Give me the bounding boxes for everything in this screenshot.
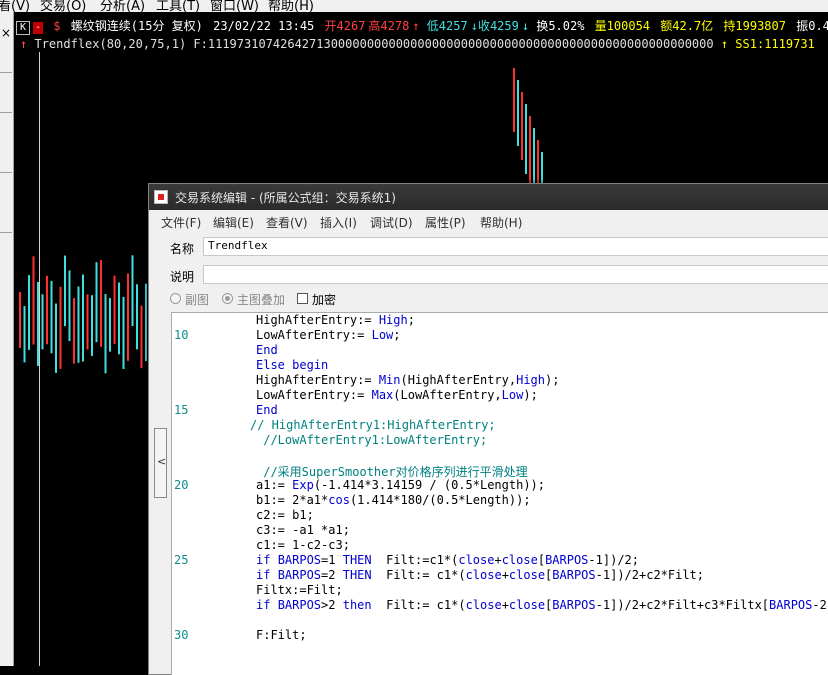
line-number: 20	[174, 478, 189, 492]
collapse-panel-button[interactable]: <	[154, 428, 167, 498]
code-line: End	[256, 403, 278, 417]
menu-file[interactable]: 文件(F)	[161, 214, 201, 231]
sub-chart-radio[interactable]	[170, 293, 181, 304]
menu-view[interactable]: 看(V)	[0, 0, 30, 12]
code-line: if BARPOS=2 THEN Filt:= c1*(close+close[…	[256, 568, 705, 582]
code-line: a1:= Exp(-1.414*3.14159 / (0.5*Length));	[256, 478, 545, 492]
menu-view[interactable]: 查看(V)	[266, 214, 308, 231]
code-line: if BARPOS>2 then Filt:= c1*(close+close[…	[256, 598, 828, 612]
editor-title: 交易系统编辑 - (所属公式组：交易系统1)	[175, 191, 396, 205]
left-panel-strip: ×	[0, 12, 14, 666]
code-line: End	[256, 343, 278, 357]
menu-edit[interactable]: 编辑(E)	[213, 214, 254, 231]
desc-label: 说明	[170, 270, 195, 284]
code-line: c1:= 1-c2-c3;	[256, 538, 350, 552]
code-editor[interactable]: 10 15 20 25 30 HighAfterEntry:= High; Low…	[171, 312, 828, 675]
code-line: LowAfterEntry:= Max(LowAfterEntry,Low);	[256, 388, 538, 402]
line-number: 30	[174, 628, 189, 642]
menu-help[interactable]: 帮助(H)	[480, 214, 522, 231]
encrypt-label: 加密	[312, 293, 337, 307]
name-field[interactable]: Trendflex	[203, 237, 828, 256]
strategy-editor-window[interactable]: 交易系统编辑 - (所属公式组：交易系统1) 文件(F) 编辑(E) 查看(V)…	[148, 183, 828, 675]
desc-field[interactable]	[203, 265, 828, 284]
line-number: 10	[174, 328, 189, 342]
code-line: // HighAfterEntry1:HighAfterEntry;	[250, 418, 496, 432]
menu-debug[interactable]: 调试(D)	[370, 214, 413, 231]
main-overlay-radio[interactable]	[222, 293, 233, 304]
close-icon[interactable]: ×	[1, 26, 11, 40]
menu-analysis[interactable]: 分析(A)	[100, 0, 145, 12]
editor-menubar: 文件(F) 编辑(E) 查看(V) 插入(I) 调试(D) 属性(P) 帮助(H…	[153, 212, 828, 232]
app-icon	[154, 190, 168, 204]
menu-properties[interactable]: 属性(P)	[425, 214, 466, 231]
line-number: 15	[174, 403, 189, 417]
menu-window[interactable]: 窗口(W)	[210, 0, 259, 12]
code-line: F:Filt;	[256, 628, 307, 642]
menu-help[interactable]: 帮助(H)	[268, 0, 314, 12]
code-line: c2:= b1;	[256, 508, 314, 522]
code-line: Filtx:=Filt;	[256, 583, 343, 597]
code-line: HighAfterEntry:= High;	[256, 313, 415, 327]
code-line: Else begin	[256, 358, 329, 372]
menu-tools[interactable]: 工具(T)	[156, 0, 200, 12]
sub-chart-label: 副图	[185, 293, 210, 307]
strip-divider	[0, 112, 12, 113]
strip-divider	[0, 172, 12, 173]
name-label: 名称	[170, 242, 195, 256]
code-line: if BARPOS=1 THEN Filt:=c1*(close+close[B…	[256, 553, 639, 567]
strip-divider	[0, 232, 12, 233]
code-line: c3:= -a1 *a1;	[256, 523, 350, 537]
strip-divider	[0, 72, 12, 73]
main-overlay-label: 主图叠加	[237, 293, 286, 307]
menu-trade[interactable]: 交易(O)	[40, 0, 86, 12]
line-number: 25	[174, 553, 189, 567]
code-line: //LowAfterEntry1:LowAfterEntry;	[256, 433, 488, 447]
code-line: b1:= 2*a1*cos(1.414*180/(0.5*Length));	[256, 493, 531, 507]
menu-insert[interactable]: 插入(I)	[320, 214, 357, 231]
code-line: HighAfterEntry:= Min(HighAfterEntry,High…	[256, 373, 560, 387]
encrypt-checkbox[interactable]	[297, 293, 308, 304]
editor-titlebar[interactable]: 交易系统编辑 - (所属公式组：交易系统1)	[149, 184, 828, 210]
chevron-left-icon: <	[157, 455, 167, 468]
code-line: LowAfterEntry:= Low;	[256, 328, 401, 342]
main-menubar: 看(V) 交易(O) 分析(A) 工具(T) 窗口(W) 帮助(H)	[0, 0, 828, 12]
